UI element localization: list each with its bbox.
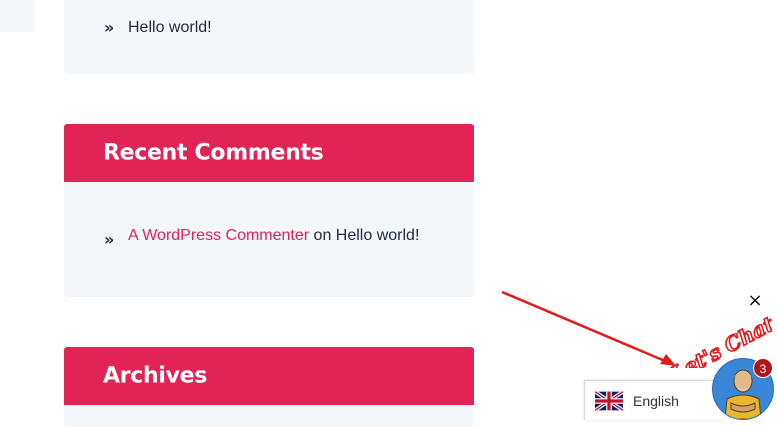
archives-title: Archives (103, 363, 208, 389)
chevron-double-right-icon: » (104, 18, 115, 37)
list-item: » A WordPress Commenter on Hello world! (104, 226, 420, 250)
uk-flag-icon (595, 390, 623, 411)
archives-header: Archives (64, 347, 474, 405)
comment-post-link[interactable]: Hello world! (336, 227, 420, 245)
left-sidebar-stub (0, 0, 34, 32)
chat-launcher[interactable]: 3 (712, 358, 774, 420)
recent-posts-panel: » Hello world! (64, 0, 474, 74)
recent-comments-header: Recent Comments (64, 124, 474, 182)
unread-badge: 3 (753, 358, 773, 378)
chevron-double-right-icon: » (104, 230, 115, 249)
comment-on-text: on (313, 226, 332, 244)
language-label: English (633, 392, 679, 409)
recent-comments-panel: Recent Comments » A WordPress Commenter … (64, 124, 474, 297)
list-item: » Hello world! (104, 18, 212, 37)
language-selector[interactable]: English (584, 380, 725, 420)
recent-comments-title: Recent Comments (103, 140, 324, 166)
archives-panel: Archives (64, 347, 474, 427)
comment-author-link[interactable]: A WordPress Commenter (128, 227, 309, 245)
post-link-hello-world[interactable]: Hello world! (128, 19, 212, 37)
